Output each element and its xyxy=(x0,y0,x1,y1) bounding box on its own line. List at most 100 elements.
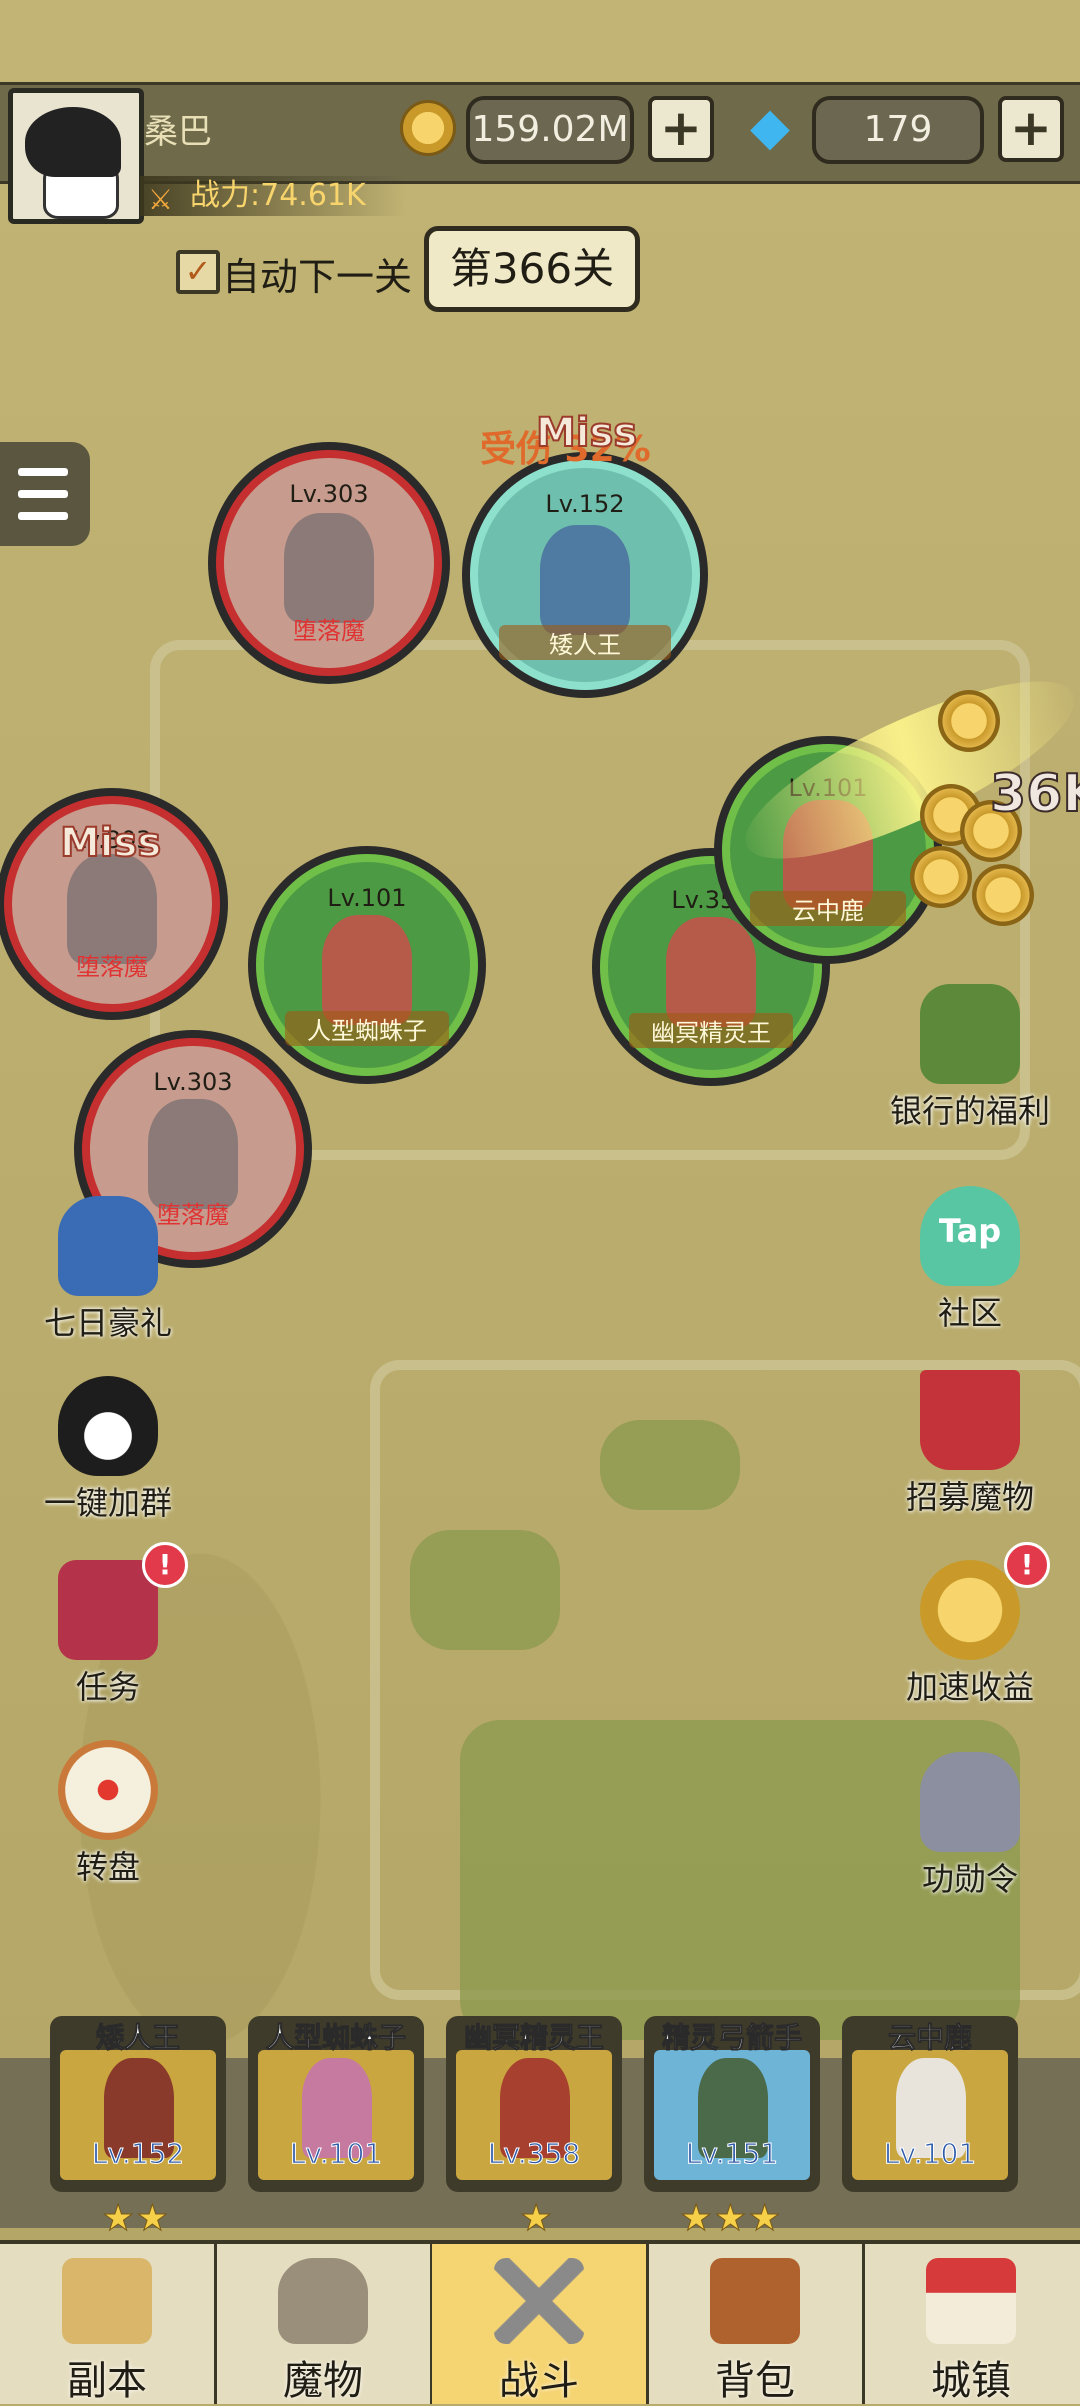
diamond-icon: ◆ xyxy=(750,97,790,157)
dropped-coin xyxy=(938,690,1000,752)
menu-bar xyxy=(18,512,68,520)
unit-sprite xyxy=(666,917,756,1027)
recruit-monster-label: 招募魔物 xyxy=(905,1478,1034,1516)
enemy-unit[interactable]: Lv.303 堕落魔 xyxy=(216,450,442,676)
unit-sprite xyxy=(322,915,412,1025)
hero-card[interactable]: Lv.152 矮人王 xyxy=(50,2016,226,2192)
recruit-monster-button[interactable]: 招募魔物 xyxy=(890,1370,1050,1518)
map-compass-icon xyxy=(62,2258,152,2344)
seven-day-gift-label: 七日豪礼 xyxy=(43,1304,172,1342)
goblin-banker-icon xyxy=(920,984,1020,1084)
hero-portrait: Lv.152 xyxy=(60,2050,216,2180)
avatar[interactable] xyxy=(8,88,144,224)
miss-text: Miss xyxy=(535,409,638,457)
tab-town[interactable]: 城镇 xyxy=(864,2244,1078,2404)
unit-level: Lv.101 xyxy=(327,884,407,912)
tab-label: 背包 xyxy=(715,2358,795,2404)
map-bush xyxy=(600,1420,740,1510)
tab-dungeon[interactable]: 副本 xyxy=(0,2244,217,2404)
coin-boost-icon xyxy=(920,1560,1020,1660)
tab-monsters[interactable]: 魔物 xyxy=(216,2244,433,2404)
menu-bar xyxy=(18,490,68,498)
bank-welfare-label: 银行的福利 xyxy=(890,1092,1051,1130)
player-name: 桑巴 xyxy=(144,112,212,152)
auto-next-label: 自动下一关 xyxy=(222,255,413,299)
gold-coin-icon xyxy=(400,100,456,156)
gem-counter: 179 xyxy=(812,96,984,164)
shop-building-icon xyxy=(926,2258,1016,2344)
hero-portrait: Lv.358 xyxy=(456,2050,612,2180)
hero-level: Lv.152 xyxy=(91,2137,185,2171)
lucky-wheel-label: 转盘 xyxy=(75,1848,140,1886)
hero-name: 云中鹿 xyxy=(887,2021,972,2055)
taptap-icon: Tap xyxy=(920,1186,1020,1286)
add-coins-button[interactable]: + xyxy=(648,96,714,162)
hero-name: 矮人王 xyxy=(95,2021,180,2055)
hero-card[interactable]: Lv.101 云中鹿 xyxy=(842,2016,1018,2192)
hero-card[interactable]: Lv.151 精灵弓箭手 xyxy=(644,2016,820,2192)
hit-number: 36K xyxy=(989,763,1080,825)
hero-stars: ★ xyxy=(519,2198,555,2240)
hero-level: Lv.151 xyxy=(685,2137,779,2171)
unit-name: 矮人王 xyxy=(499,625,671,660)
unit-name: 堕落魔 xyxy=(293,617,365,645)
merit-order-button[interactable]: 功勋令 xyxy=(890,1752,1050,1900)
seven-day-gift-button[interactable]: 七日豪礼 xyxy=(28,1196,188,1344)
merit-helmet-icon xyxy=(920,1752,1020,1852)
join-group-button[interactable]: 一键加群 xyxy=(28,1376,188,1524)
tab-backpack[interactable]: 背包 xyxy=(648,2244,865,2404)
unit-level: Lv.303 xyxy=(153,1068,233,1096)
hero-name: 人型蜘蛛子 xyxy=(265,2021,406,2055)
stage-indicator[interactable]: 第366关 xyxy=(424,226,640,312)
auto-next-checkbox[interactable]: ✓ xyxy=(176,250,220,294)
hero-stars: ★★ xyxy=(102,2198,171,2240)
add-gems-button[interactable]: + xyxy=(998,96,1064,162)
tab-battle[interactable]: 战斗 xyxy=(432,2244,649,2404)
unit-name: 堕落魔 xyxy=(76,953,148,981)
qq-penguin-icon xyxy=(58,1376,158,1476)
hero-level: Lv.358 xyxy=(487,2137,581,2171)
menu-bar xyxy=(18,468,68,476)
unit-level: Lv.152 xyxy=(545,490,625,518)
speed-up-income-label: 加速收益 xyxy=(905,1668,1034,1706)
hero-portrait: Lv.101 xyxy=(258,2050,414,2180)
bottom-nav: 副本 魔物 战斗 背包 城镇 xyxy=(0,2240,1080,2404)
ally-unit[interactable]: Lv.101 人型蜘蛛子 xyxy=(256,854,478,1076)
hero-card[interactable]: Lv.358 幽冥精灵王 xyxy=(446,2016,622,2192)
community-label: 社区 xyxy=(937,1294,1002,1332)
hero-name: 精灵弓箭手 xyxy=(661,2021,802,2055)
join-group-label: 一键加群 xyxy=(43,1484,172,1522)
power-icon: ⚔ xyxy=(148,183,174,216)
ally-unit[interactable]: Lv.152 矮人王 xyxy=(470,460,700,690)
dropped-coin xyxy=(910,846,972,908)
unit-name: 幽冥精灵王 xyxy=(628,1013,794,1048)
quest-alert-badge: ! xyxy=(142,1542,188,1588)
bank-welfare-button[interactable]: 银行的福利 xyxy=(890,984,1050,1132)
menu-button[interactable] xyxy=(0,442,90,546)
knight-helmet-icon xyxy=(58,1196,158,1296)
avatar-hair xyxy=(25,107,121,177)
map-bush xyxy=(410,1530,560,1650)
quest-label: 任务 xyxy=(75,1668,140,1706)
hero-card[interactable]: Lv.101 人型蜘蛛子 xyxy=(248,2016,424,2192)
tab-label: 城镇 xyxy=(931,2358,1011,2404)
miss-text: Miss xyxy=(59,819,162,867)
income-alert-badge: ! xyxy=(1004,1542,1050,1588)
crossed-swords-icon xyxy=(494,2258,584,2344)
unit-sprite xyxy=(540,525,630,635)
community-button[interactable]: Tap 社区 xyxy=(890,1186,1050,1334)
hero-level: Lv.101 xyxy=(289,2137,383,2171)
quest-book-icon xyxy=(58,1560,158,1660)
unit-level: Lv.303 xyxy=(289,480,369,508)
unit-sprite xyxy=(284,513,374,623)
unit-name: 云中鹿 xyxy=(749,891,907,926)
tab-label: 魔物 xyxy=(283,2358,363,2404)
tab-label: 战斗 xyxy=(499,2358,579,2404)
lucky-wheel-button[interactable]: 转盘 xyxy=(28,1740,188,1888)
monster-helmet-icon xyxy=(278,2258,368,2344)
merit-order-label: 功勋令 xyxy=(921,1860,1018,1898)
hero-name: 幽冥精灵王 xyxy=(463,2021,604,2055)
hero-stars: ★★★ xyxy=(680,2198,783,2240)
hero-portrait: Lv.101 xyxy=(852,2050,1008,2180)
coin-counter: 159.02M xyxy=(466,96,634,164)
